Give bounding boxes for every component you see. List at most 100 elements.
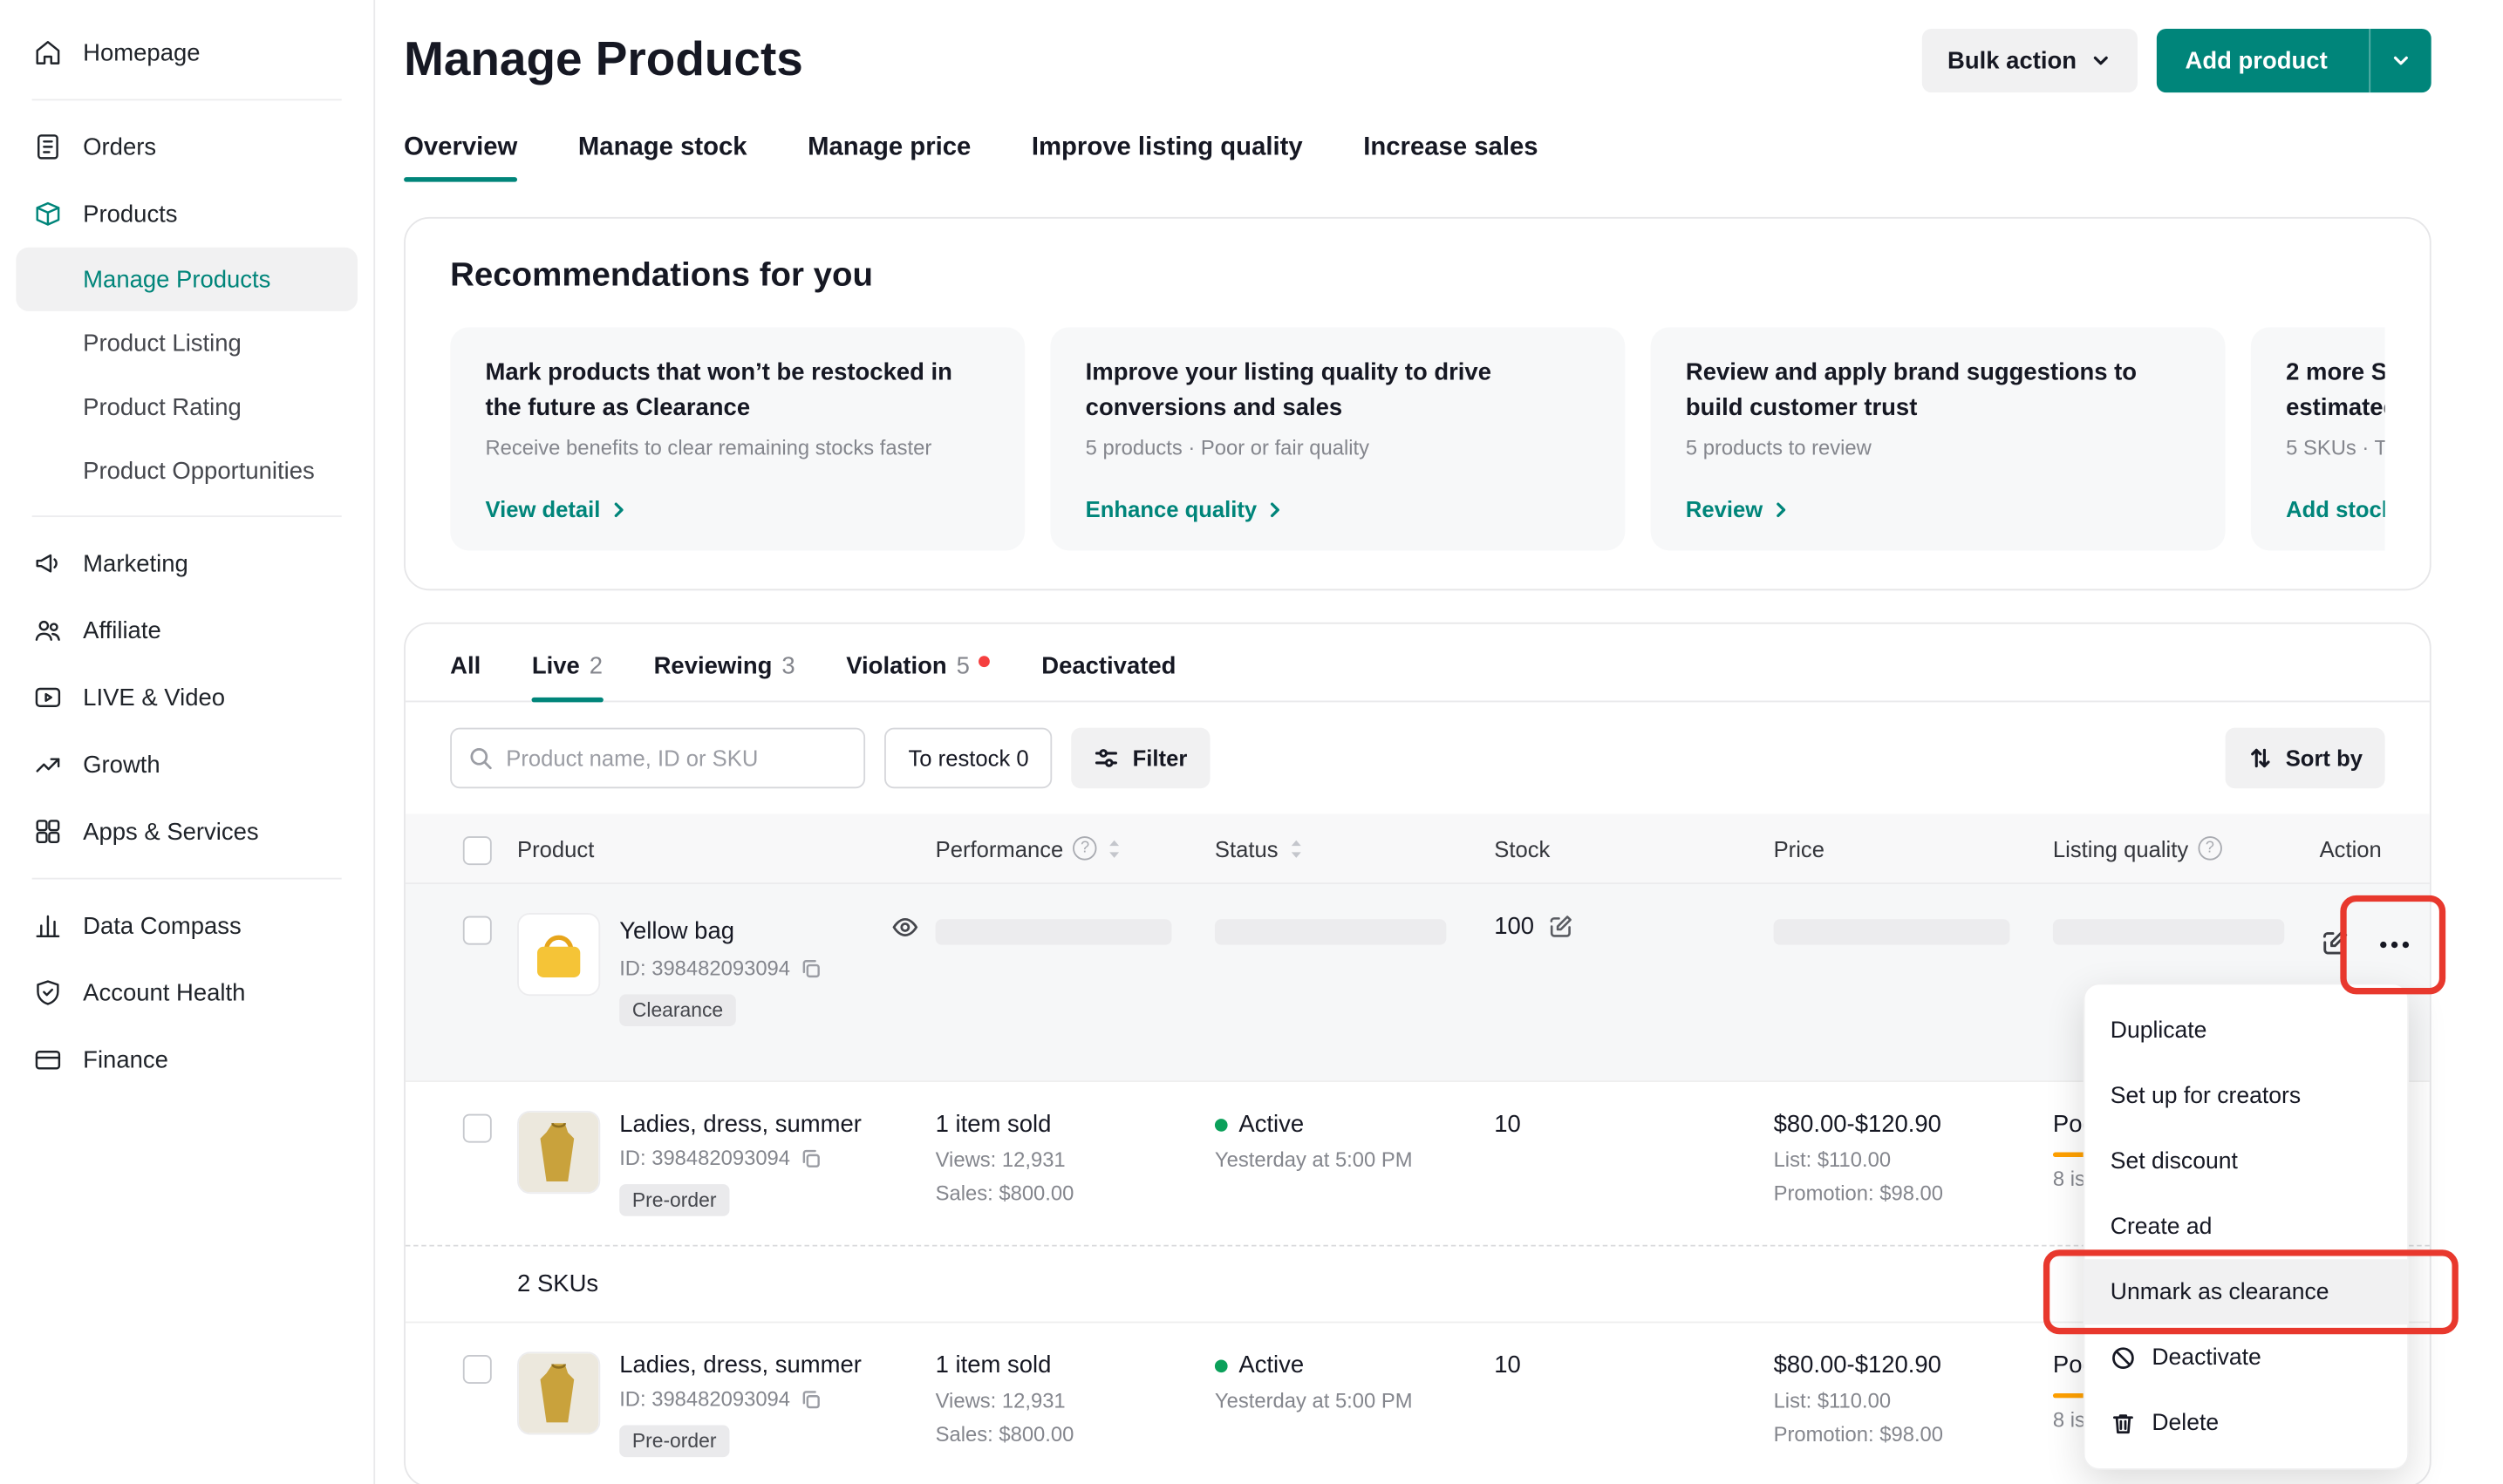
edit-stock-icon[interactable] bbox=[1547, 913, 1574, 940]
bar-chart-icon bbox=[32, 909, 65, 942]
preview-eye-icon[interactable] bbox=[890, 913, 919, 948]
active-status-dot bbox=[1215, 1118, 1228, 1131]
sidebar-item-orders[interactable]: Orders bbox=[16, 113, 358, 180]
status-cell: Active Yesterday at 5:00 PM bbox=[1215, 1351, 1494, 1413]
tab-deactivated[interactable]: Deactivated bbox=[1041, 653, 1176, 701]
menu-item-label: Delete bbox=[2152, 1410, 2219, 1435]
cta-label: Add stock bbox=[2286, 496, 2384, 521]
sidebar-item-label: Homepage bbox=[83, 39, 200, 66]
page-title: Manage Products bbox=[404, 33, 803, 87]
growth-icon bbox=[32, 748, 65, 780]
bulk-action-button[interactable]: Bulk action bbox=[1922, 29, 2138, 92]
clearance-tag: Clearance bbox=[619, 994, 736, 1026]
column-product: Product bbox=[517, 835, 936, 861]
megaphone-icon bbox=[32, 548, 65, 580]
product-name[interactable]: Yellow bag bbox=[619, 917, 734, 944]
menu-item-unmark-as-clearance[interactable]: Unmark as clearance bbox=[2085, 1259, 2408, 1324]
copy-icon[interactable] bbox=[800, 956, 822, 979]
status-label: Active bbox=[1238, 1111, 1304, 1138]
row-checkbox[interactable] bbox=[463, 1114, 492, 1143]
stock-value: 100 bbox=[1494, 913, 1534, 940]
to-restock-button[interactable]: To restock 0 bbox=[884, 728, 1053, 789]
chevron-right-icon bbox=[1265, 499, 1286, 520]
tab-manage-stock[interactable]: Manage stock bbox=[578, 134, 747, 182]
add-product-dropdown-button[interactable] bbox=[2369, 29, 2431, 92]
status-skeleton bbox=[1215, 919, 1446, 944]
copy-icon[interactable] bbox=[800, 1147, 822, 1169]
table-toolbar: To restock 0 Filter Sort by bbox=[406, 702, 2430, 813]
stock-cell: 100 bbox=[1494, 913, 1773, 940]
sidebar-item-finance[interactable]: Finance bbox=[16, 1026, 358, 1093]
review-link[interactable]: Review bbox=[1686, 496, 2190, 521]
sidebar-item-label: Affiliate bbox=[83, 616, 161, 643]
tab-manage-price[interactable]: Manage price bbox=[808, 134, 971, 182]
stock-cell: 10 bbox=[1494, 1111, 1773, 1138]
menu-item-duplicate[interactable]: Duplicate bbox=[2085, 997, 2408, 1063]
sidebar-item-live-video[interactable]: LIVE & Video bbox=[16, 664, 358, 731]
edit-product-icon[interactable] bbox=[2320, 927, 2350, 963]
tab-improve-listing-quality[interactable]: Improve listing quality bbox=[1032, 134, 1303, 182]
menu-item-deactivate[interactable]: Deactivate bbox=[2085, 1324, 2408, 1390]
home-icon bbox=[32, 37, 65, 69]
cta-label: View detail bbox=[485, 496, 600, 521]
search-input[interactable] bbox=[506, 745, 848, 771]
menu-item-label: Deactivate bbox=[2152, 1344, 2261, 1370]
tab-reviewing[interactable]: Reviewing 3 bbox=[654, 653, 795, 701]
sidebar-subitem-manage-products[interactable]: Manage Products bbox=[16, 248, 358, 311]
sidebar: Homepage Orders Products Manage Products… bbox=[0, 0, 375, 1484]
tab-label: Violation bbox=[846, 653, 946, 680]
menu-item-delete[interactable]: Delete bbox=[2085, 1390, 2408, 1455]
product-name[interactable]: Ladies, dress, summer bbox=[619, 1111, 862, 1138]
sidebar-subitem-product-rating[interactable]: Product Rating bbox=[16, 375, 358, 439]
product-name[interactable]: Ladies, dress, summer bbox=[619, 1351, 862, 1378]
sort-by-button[interactable]: Sort by bbox=[2225, 728, 2384, 789]
row-checkbox[interactable] bbox=[463, 916, 492, 945]
product-id: ID: 398482093094 bbox=[619, 1387, 919, 1411]
sidebar-item-account-health[interactable]: Account Health bbox=[16, 959, 358, 1026]
sort-carets-icon[interactable] bbox=[1288, 837, 1304, 860]
select-all-checkbox[interactable] bbox=[463, 835, 492, 864]
menu-item-set-discount[interactable]: Set discount bbox=[2085, 1128, 2408, 1194]
sidebar-subitem-product-opportunities[interactable]: Product Opportunities bbox=[16, 439, 358, 502]
add-product-button[interactable]: Add product bbox=[2157, 29, 2356, 92]
sidebar-item-affiliate[interactable]: Affiliate bbox=[16, 597, 358, 664]
column-status[interactable]: Status bbox=[1215, 835, 1494, 861]
help-icon[interactable]: ? bbox=[2198, 836, 2221, 860]
menu-item-create-ad[interactable]: Create ad bbox=[2085, 1194, 2408, 1259]
status-cell: Active Yesterday at 5:00 PM bbox=[1215, 1111, 1494, 1172]
tab-all[interactable]: All bbox=[450, 653, 481, 701]
sidebar-item-data-compass[interactable]: Data Compass bbox=[16, 892, 358, 959]
sidebar-item-products[interactable]: Products bbox=[16, 180, 358, 248]
help-icon[interactable]: ? bbox=[1073, 836, 1096, 860]
tab-overview[interactable]: Overview bbox=[404, 134, 517, 182]
sort-by-label: Sort by bbox=[2286, 745, 2363, 771]
sidebar-item-apps-services[interactable]: Apps & Services bbox=[16, 798, 358, 865]
enhance-quality-link[interactable]: Enhance quality bbox=[1086, 496, 1590, 521]
sidebar-item-label: Finance bbox=[83, 1046, 168, 1073]
copy-icon[interactable] bbox=[800, 1388, 822, 1411]
sidebar-subitem-label: Product Rating bbox=[83, 393, 242, 420]
sidebar-item-marketing[interactable]: Marketing bbox=[16, 530, 358, 597]
status-label: Active bbox=[1238, 1351, 1304, 1378]
sidebar-subitem-product-listing[interactable]: Product Listing bbox=[16, 311, 358, 375]
active-status-dot bbox=[1215, 1359, 1228, 1372]
more-actions-button[interactable] bbox=[2369, 919, 2420, 970]
sidebar-item-label: Growth bbox=[83, 751, 160, 778]
sort-carets-icon[interactable] bbox=[1107, 837, 1122, 860]
add-stock-link[interactable]: Add stock bbox=[2286, 496, 2384, 521]
tab-live[interactable]: Live 2 bbox=[532, 653, 603, 701]
product-table-card: All Live 2 Reviewing 3 Violation 5 Deact… bbox=[404, 623, 2431, 1484]
sidebar-item-growth[interactable]: Growth bbox=[16, 731, 358, 798]
menu-item-set-up-for-creators[interactable]: Set up for creators bbox=[2085, 1063, 2408, 1128]
recommendation-subtitle: 5 products · Poor or fair quality bbox=[1086, 435, 1590, 459]
sidebar-item-homepage[interactable]: Homepage bbox=[16, 19, 358, 86]
chevron-right-icon bbox=[1770, 499, 1791, 520]
tab-violation[interactable]: Violation 5 bbox=[846, 653, 990, 701]
tab-increase-sales[interactable]: Increase sales bbox=[1363, 134, 1538, 182]
sidebar-subitem-label: Product Listing bbox=[83, 330, 242, 357]
row-checkbox[interactable] bbox=[463, 1355, 492, 1384]
view-detail-link[interactable]: View detail bbox=[485, 496, 989, 521]
column-performance[interactable]: Performance ? bbox=[936, 835, 1215, 861]
filter-button[interactable]: Filter bbox=[1072, 728, 1210, 789]
pre-order-tag: Pre-order bbox=[619, 1426, 729, 1458]
